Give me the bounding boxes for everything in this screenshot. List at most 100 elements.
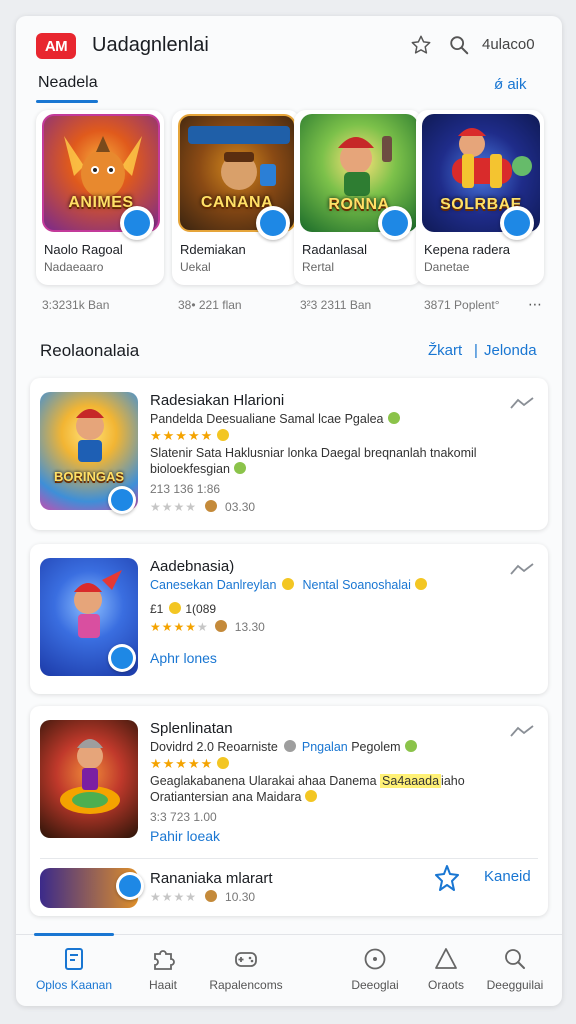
triangle-icon [435,948,457,969]
featured-subtitle: Danetae [424,260,470,274]
rating-count: 1(089 [185,602,217,616]
section-link-primary[interactable]: Žkart [428,342,462,359]
coin-icon [217,429,230,441]
nav-item-search[interactable]: Deegguilai [470,946,560,1002]
platform-badge [378,206,412,240]
list-item[interactable]: BORINGAS Radesiakan Hlarioni Pandelda De… [30,378,548,530]
list-item[interactable]: Splenlinatan Dovidrd 2.0 Reoarniste Pngal… [30,706,548,916]
tab-active[interactable]: Neadela [38,74,98,92]
rating-line: £1 1(089 [150,602,216,616]
coin-icon [169,602,182,614]
game-description: Geaglakabanena Ularakai ahaa Danema Sa4a… [150,774,465,788]
platform-badge [108,644,136,672]
featured-title: Naolo Ragoal [44,242,123,257]
tagline-text-3: Pegolem [351,740,401,754]
search-icon[interactable] [446,32,472,58]
badge-icon [282,578,295,590]
verified-icon [233,462,246,474]
gamepad-icon [235,952,257,967]
platform-badge [108,486,136,514]
platform-badge [116,872,144,900]
nav-label: Haait [148,978,177,992]
featured-title: Kepena radera [424,242,511,257]
coin-icon [205,890,218,902]
save-button[interactable]: Kaneid [484,868,531,885]
featured-title: Radanlasal [302,242,368,257]
platform-badge [120,206,154,240]
featured-card[interactable]: CANANA Rdemiakan Uekal [172,110,300,285]
description-text: Oratiantersian ana Maidara [150,790,302,804]
badge-icon [414,578,427,590]
game-description-2: bioloekfesgian [150,462,246,476]
section-title: Reolaonalaia [40,341,140,360]
search-icon [505,949,525,969]
game-rating-meta: ★★★★ 10.30 [150,890,255,904]
game-title[interactable]: Splenlinatan [150,720,233,737]
tagline-text: Canesekan Danlreylan [150,578,277,592]
app-screen: AM Uadagnlenlai 4ulaco0 Neadela ǿ aik AN… [16,16,562,1006]
section-link-secondary[interactable]: Jelonda [484,342,537,359]
coin-icon [217,757,230,769]
app-title: Uadagnlenlai [92,34,209,56]
trend-icon [510,397,534,409]
trend-icon [510,563,534,575]
nav-label: Rapalencoms [209,978,283,992]
featured-card[interactable]: SOLRBAE Kepena radera Danetae [416,110,544,285]
game-rating-meta: ★★★★★ 13.30 [150,620,265,634]
rating-stars-faded: ★★★★ [150,500,198,514]
platform-badge [256,206,290,240]
game-action-link[interactable]: Pahir loeak [150,828,220,844]
platform-badge [500,206,534,240]
game-description-2: Oratiantersian ana Maidara [150,790,318,804]
game-title[interactable]: Rananiaka mlarart [150,870,273,887]
description-text: bioloekfesgian [150,462,230,476]
nav-active-indicator [34,933,114,936]
featured-card[interactable]: RONNA Radanlasal Rertal [294,110,422,285]
game-thumbnail [40,720,138,838]
highlighted-text: Sa4aaada [380,774,442,788]
list-item[interactable]: Aadebnasia) Canesekan Danlreylan Nental S… [30,544,548,694]
divider [40,858,538,859]
game-action-link[interactable]: Aphr lones [150,650,217,666]
nav-item-puzzle[interactable]: Haait [118,946,208,1002]
meta-time: 10.30 [225,890,256,904]
game-title[interactable]: Aadebnasia) [150,558,234,575]
game-description: Slatenir Sata Haklusniar lonka Daegal br… [150,446,477,460]
description-text: Geaglakabanena Ularakai ahaa Danema [150,774,377,788]
more-options-icon[interactable]: ⋯ [528,296,542,313]
tagline-text: Dovidrd 2.0 Reoarniste [150,740,278,754]
see-all-link[interactable]: ǿ aik [494,76,527,93]
game-tagline: Dovidrd 2.0 Reoarniste Pngalan Pegolem [150,740,417,754]
game-meta: 213 136 1:86 [150,482,221,496]
badge-icon [387,412,400,424]
game-tagline: Canesekan Danlreylan Nental Soanoshalai [150,578,427,592]
rating-stars: ★★★★★ [150,756,230,772]
coin-icon [214,620,227,632]
nav-label: Oplos Kaanan [35,978,113,992]
tagline-link[interactable]: Pngalan [302,740,348,754]
tagline-text: Pandelda Deesualiane Samal lcae Pgalea [150,412,384,426]
section-separator: | [474,342,478,359]
star-icon[interactable] [408,32,434,58]
tagline-text-2: Nental Soanoshalai [302,578,411,592]
bookmark-icon [65,948,83,970]
featured-subtitle: Nadaeaaro [44,260,104,274]
featured-title: Rdemiakan [180,242,246,257]
featured-meta: 3871 Poplent° [424,298,500,312]
badge-icon [283,740,296,752]
trend-icon [510,725,534,737]
featured-card[interactable]: ANIMES Naolo Ragoal Nadaeaaro [36,110,164,285]
meta-time: 03.30 [225,500,256,514]
coin-icon [205,500,218,512]
game-title[interactable]: Radesiakan Hlarioni [150,392,284,409]
nav-label: Deeoglai [351,978,399,992]
nav-item-home[interactable]: Oplos Kaanan [29,946,119,1002]
game-rating-meta: ★★★★ 03.30 [150,500,255,514]
featured-subtitle: Rertal [302,260,335,274]
game-tagline: Pandelda Deesualiane Samal lcae Pgalea [150,412,400,426]
user-label[interactable]: 4ulaco0 [482,36,535,53]
bookmark-add-icon[interactable] [434,864,460,892]
featured-meta: 38• 221 flan [178,298,242,312]
nav-label: Oraots [427,978,464,992]
nav-item-games[interactable]: Rapalencoms [201,946,291,1002]
